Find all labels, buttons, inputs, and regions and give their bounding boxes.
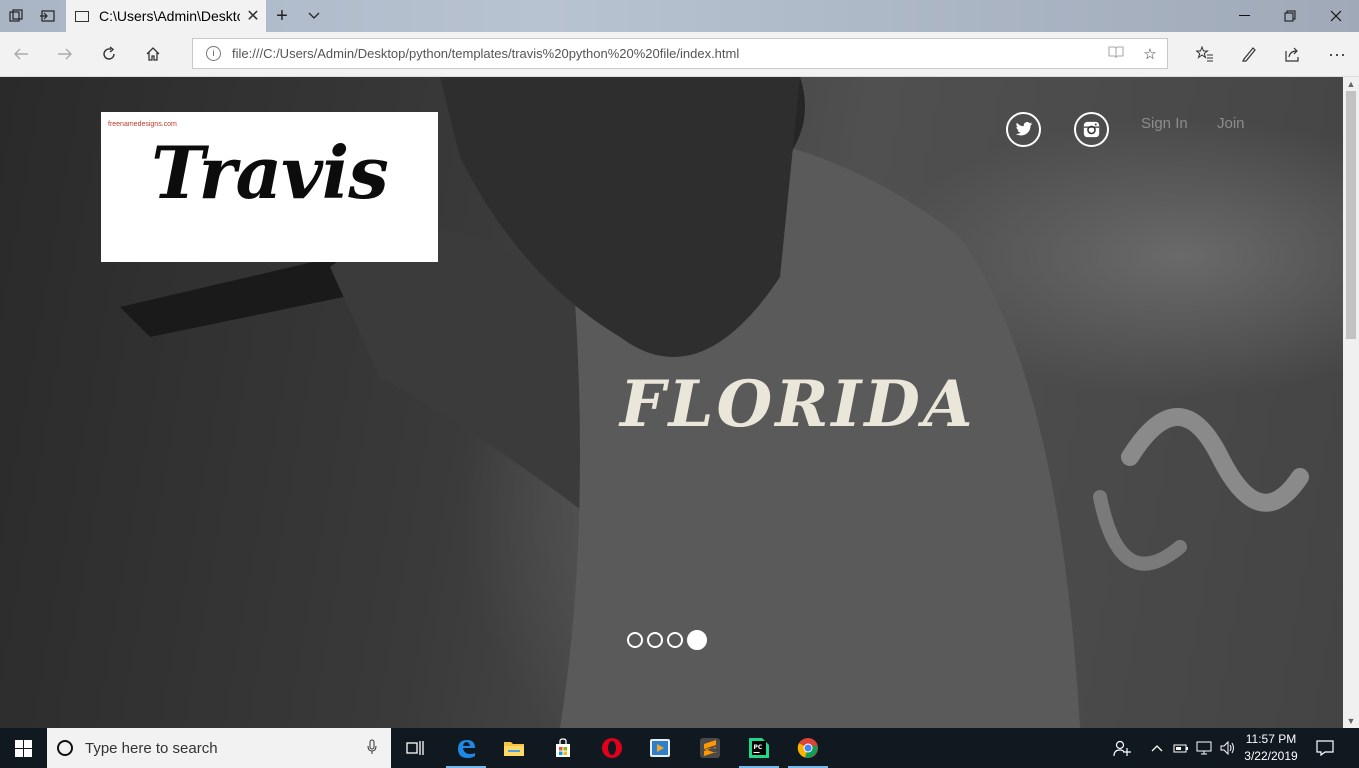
media-player-icon[interactable] [636, 728, 684, 768]
tab-current[interactable]: C:\Users\Admin\Deskto ✕ [66, 0, 266, 32]
scroll-up-icon[interactable]: ▲ [1343, 77, 1359, 91]
taskbar-search-box[interactable]: Type here to search [47, 728, 391, 768]
carousel-indicators [627, 630, 707, 650]
opera-icon[interactable] [588, 728, 636, 768]
restore-icon[interactable] [1267, 0, 1313, 32]
instagram-icon [1083, 121, 1100, 138]
action-center-icon[interactable] [1316, 728, 1334, 768]
carousel-dot-active[interactable] [687, 630, 707, 650]
join-link[interactable]: Join [1217, 115, 1245, 132]
edge-icon[interactable] [442, 728, 490, 768]
pycharm-icon[interactable]: PC [735, 728, 783, 768]
microphone-icon[interactable] [367, 739, 377, 758]
set-tabs-aside-icon[interactable] [31, 0, 63, 32]
sublime-text-icon[interactable] [686, 728, 734, 768]
site-logo[interactable]: freenamedesigns.com Travis [101, 112, 438, 262]
cortana-icon [57, 740, 73, 756]
windows-logo-icon [15, 739, 32, 757]
carousel-dot[interactable] [647, 632, 663, 648]
twitter-icon [1015, 122, 1032, 136]
people-icon[interactable] [1113, 728, 1131, 768]
windows-taskbar: Type here to search PC 11:57 PM 3/22/201… [0, 728, 1359, 768]
url-text: file:///C:/Users/Admin/Desktop/python/te… [232, 46, 740, 61]
address-bar[interactable]: i file:///C:/Users/Admin/Desktop/python/… [192, 38, 1168, 69]
tab-actions-icon[interactable] [0, 0, 32, 32]
close-window-icon[interactable] [1313, 0, 1359, 32]
minimize-icon[interactable] [1221, 0, 1267, 32]
twitter-link[interactable] [1006, 112, 1041, 147]
start-button[interactable] [0, 728, 47, 768]
forward-icon[interactable] [49, 38, 81, 70]
back-icon[interactable] [5, 38, 37, 70]
instagram-link[interactable] [1074, 112, 1109, 147]
web-page: freenamedesigns.com Travis Sign In Join … [0, 77, 1343, 728]
clock-time: 11:57 PM [1245, 732, 1297, 746]
search-placeholder: Type here to search [85, 739, 218, 757]
page-icon [75, 10, 89, 22]
svg-text:PC: PC [754, 744, 763, 751]
browser-tab-bar: C:\Users\Admin\Deskto ✕ + [0, 0, 1359, 32]
web-note-pen-icon[interactable] [1233, 38, 1265, 70]
browser-toolbar: i file:///C:/Users/Admin/Desktop/python/… [0, 32, 1359, 77]
sign-in-link[interactable]: Sign In [1141, 115, 1188, 132]
logo-text: Travis [151, 130, 389, 215]
reading-view-icon[interactable] [1099, 45, 1133, 63]
store-icon[interactable] [539, 728, 587, 768]
close-tab-icon[interactable]: ✕ [240, 6, 266, 26]
chrome-icon[interactable] [784, 728, 832, 768]
scroll-down-icon[interactable]: ▼ [1343, 714, 1359, 728]
share-icon[interactable] [1277, 38, 1309, 70]
carousel-dot[interactable] [667, 632, 683, 648]
volume-icon[interactable] [1220, 728, 1236, 768]
show-hidden-icons-chevron-icon[interactable] [1151, 728, 1163, 768]
favorites-hub-icon[interactable] [1189, 38, 1221, 70]
more-menu-icon[interactable]: ··· [1321, 38, 1353, 70]
page-scrollbar[interactable]: ▲ ▼ [1343, 77, 1359, 728]
task-view-icon[interactable] [391, 728, 439, 768]
scrollbar-thumb[interactable] [1346, 91, 1356, 339]
file-explorer-icon[interactable] [490, 728, 538, 768]
new-tab-icon[interactable]: + [266, 0, 298, 32]
home-icon[interactable] [137, 38, 169, 70]
refresh-icon[interactable] [93, 38, 125, 70]
network-icon[interactable] [1196, 728, 1214, 768]
hero-headline: FLORIDA [620, 367, 976, 442]
logo-credit: freenamedesigns.com [108, 121, 177, 128]
system-clock[interactable]: 11:57 PM 3/22/2019 [1240, 731, 1302, 765]
clock-date: 3/22/2019 [1244, 749, 1298, 763]
tab-title: C:\Users\Admin\Deskto [99, 8, 240, 24]
carousel-dot[interactable] [627, 632, 643, 648]
tab-preview-chevron-icon[interactable] [298, 0, 330, 32]
favorite-star-icon[interactable]: ☆ [1133, 45, 1167, 63]
battery-icon[interactable] [1173, 728, 1189, 768]
site-info-icon[interactable]: i [206, 46, 221, 61]
